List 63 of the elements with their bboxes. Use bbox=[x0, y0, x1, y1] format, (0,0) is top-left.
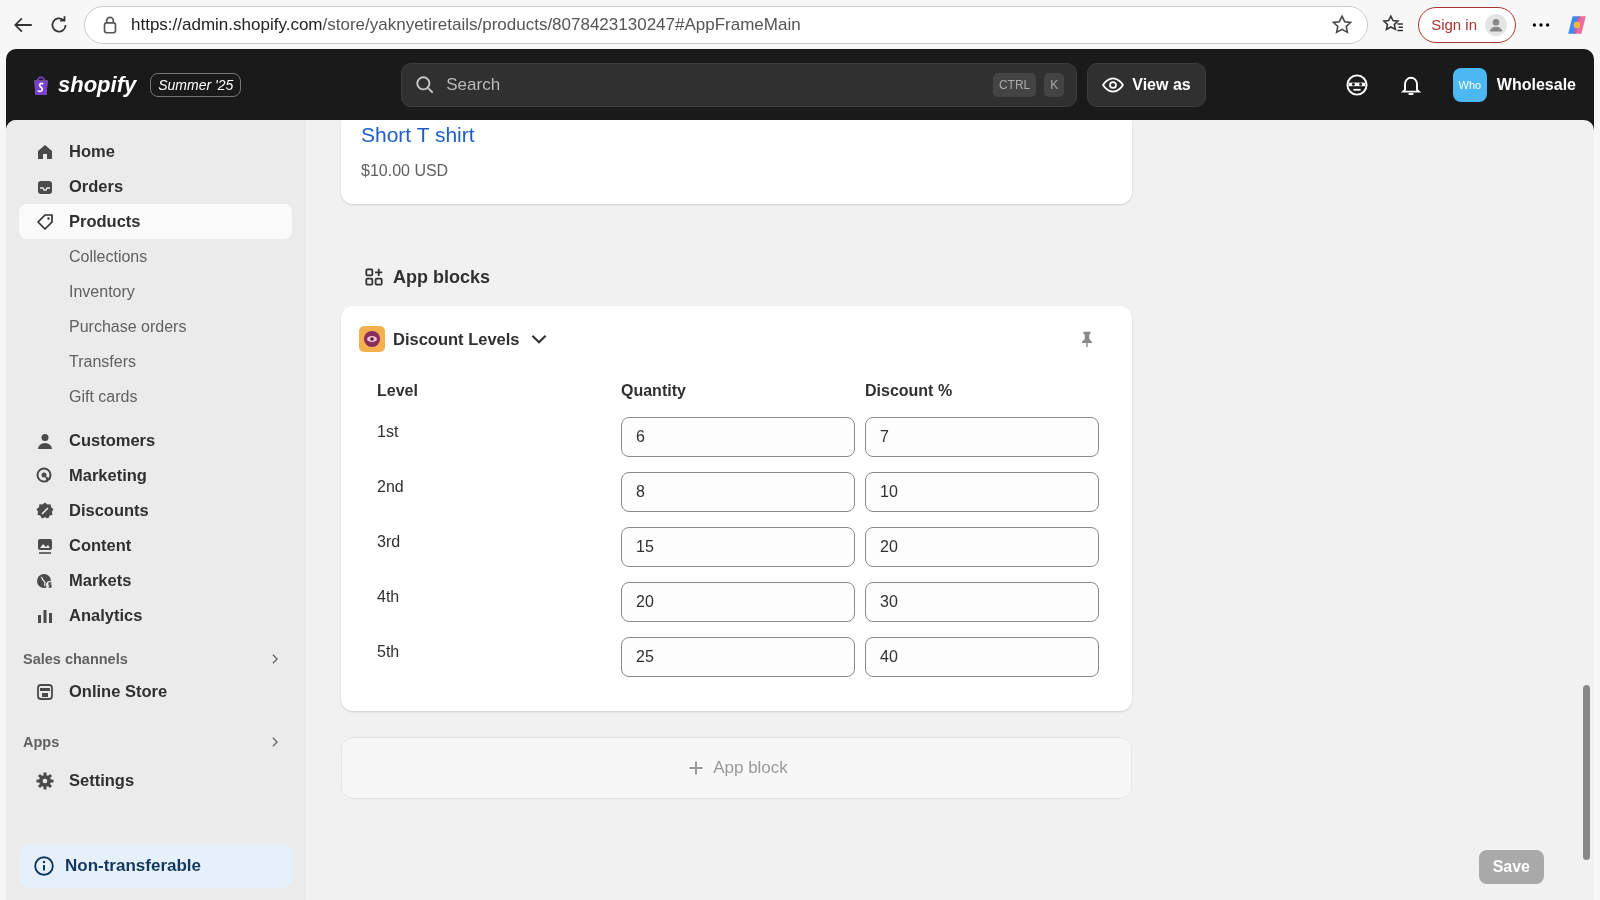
column-header: Level bbox=[377, 382, 419, 401]
level-label: 2nd bbox=[377, 477, 405, 497]
scrollbar-thumb[interactable] bbox=[1583, 685, 1590, 860]
search-field[interactable]: Search CTRL K bbox=[401, 62, 1078, 107]
profile-icon bbox=[1485, 13, 1507, 36]
sidebar-subitem[interactable]: Inventory bbox=[19, 274, 292, 309]
quantity-field[interactable]: 6 bbox=[621, 417, 855, 457]
edition-badge: Summer '25 bbox=[150, 72, 242, 97]
mask-face-icon[interactable] bbox=[1344, 72, 1369, 97]
search-input[interactable]: Search bbox=[444, 73, 985, 96]
sidebar-subitem[interactable]: Gift cards bbox=[19, 379, 292, 414]
block-title[interactable]: Discount Levels bbox=[393, 329, 520, 349]
notice-banner[interactable]: Non-transferable bbox=[19, 844, 292, 888]
sidebar-item[interactable]: Orders bbox=[19, 169, 292, 204]
level-label: 4th bbox=[377, 587, 401, 607]
level-label: 5th bbox=[377, 642, 401, 662]
sidebar-item[interactable]: Online Store bbox=[19, 674, 292, 709]
discount-field[interactable]: 40 bbox=[865, 637, 1099, 677]
shortcut-key: CTRL bbox=[992, 72, 1037, 97]
section-heading: Sales channels bbox=[23, 651, 128, 667]
column-header: Discount % bbox=[865, 382, 954, 401]
section-heading: Apps bbox=[23, 734, 60, 750]
column-header: Quantity bbox=[621, 382, 687, 401]
discount-field[interactable]: 7 bbox=[865, 417, 1099, 457]
product-price: $10.00 USD bbox=[361, 162, 450, 180]
quantity-field[interactable]: 8 bbox=[621, 472, 855, 512]
sidebar-item[interactable]: Markets bbox=[19, 563, 292, 598]
level-label: 1st bbox=[377, 422, 400, 442]
quantity-field[interactable]: 15 bbox=[621, 527, 855, 567]
settings-icon bbox=[35, 770, 55, 791]
sidebar-subitem[interactable]: Collections bbox=[19, 239, 292, 274]
section-heading: App blocks bbox=[393, 266, 490, 288]
discount-field[interactable]: 20 bbox=[865, 527, 1099, 567]
sidebar-item[interactable]: Settings bbox=[19, 763, 292, 798]
discount-field[interactable]: 10 bbox=[865, 472, 1099, 512]
address-bar[interactable]: https://admin.shopify.com/store/yaknyetiretails/products/8078423130247#AppFrameMain bbox=[84, 5, 1369, 44]
sidebar-item[interactable]: Discounts bbox=[19, 493, 292, 528]
store-name[interactable]: Wholesale bbox=[1496, 75, 1576, 94]
url-text: https://admin.shopify.com/store/yaknyetiretails/products/8078423130247#AppFrameMain bbox=[131, 14, 802, 35]
level-label: 3rd bbox=[377, 532, 402, 552]
storefront-icon bbox=[35, 681, 55, 702]
view-as-button[interactable]: View as bbox=[1087, 62, 1206, 107]
discount-badge-icon bbox=[35, 500, 55, 521]
discount-field[interactable]: 30 bbox=[865, 582, 1099, 622]
quantity-field[interactable]: 25 bbox=[621, 637, 855, 677]
sidebar-item[interactable]: Analytics bbox=[19, 598, 292, 633]
product-link[interactable]: Short T shirt bbox=[361, 122, 475, 148]
sign-in-button[interactable]: Sign in bbox=[1418, 6, 1516, 43]
star-icon[interactable] bbox=[1331, 13, 1354, 36]
sidebar-subitem[interactable]: Purchase orders bbox=[19, 309, 292, 344]
logo-text: shopify bbox=[58, 71, 137, 98]
sidebar-item[interactable]: Customers bbox=[19, 423, 292, 458]
shortcut-key: K bbox=[1044, 72, 1065, 97]
tag-icon bbox=[35, 211, 55, 232]
sidebar-item[interactable]: Marketing bbox=[19, 458, 292, 493]
sidebar-item[interactable]: Content bbox=[19, 528, 292, 563]
sidebar-subitem[interactable]: Transfers bbox=[19, 344, 292, 379]
quantity-field[interactable]: 20 bbox=[621, 582, 855, 622]
apps-grid-icon bbox=[363, 266, 385, 288]
sidebar-item[interactable]: Products bbox=[19, 204, 292, 239]
info-icon bbox=[33, 855, 55, 877]
sidebar-item[interactable]: Home bbox=[19, 134, 292, 169]
app-logo-icon bbox=[359, 326, 385, 352]
